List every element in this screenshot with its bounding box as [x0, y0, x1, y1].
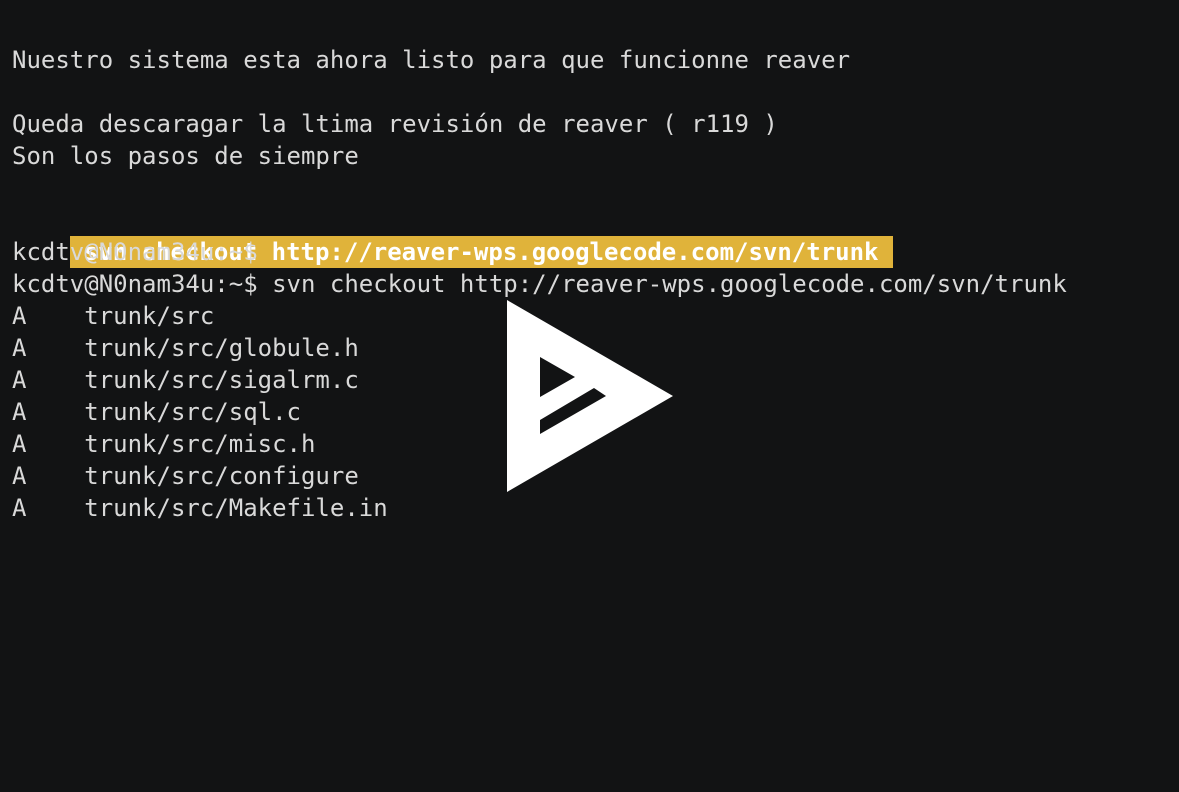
terminal-line-highlight: svn checkout http://reaver-wps.googlecod…	[12, 204, 1179, 268]
terminal-command-line: kcdtv@N0nam34u:~$ svn checkout http://re…	[12, 270, 1067, 298]
terminal-output-line: A trunk/src/Makefile.in	[12, 494, 388, 522]
play-button[interactable]	[507, 300, 673, 492]
asciinema-play-icon	[507, 300, 673, 492]
terminal-line: Son los pasos de siempre	[12, 142, 359, 170]
terminal-line: Queda descaragar la ltima revisión de re…	[12, 110, 778, 138]
terminal-window[interactable]: Nuestro sistema esta ahora listo para qu…	[0, 0, 1179, 792]
terminal-line: Nuestro sistema esta ahora listo para qu…	[12, 46, 851, 74]
